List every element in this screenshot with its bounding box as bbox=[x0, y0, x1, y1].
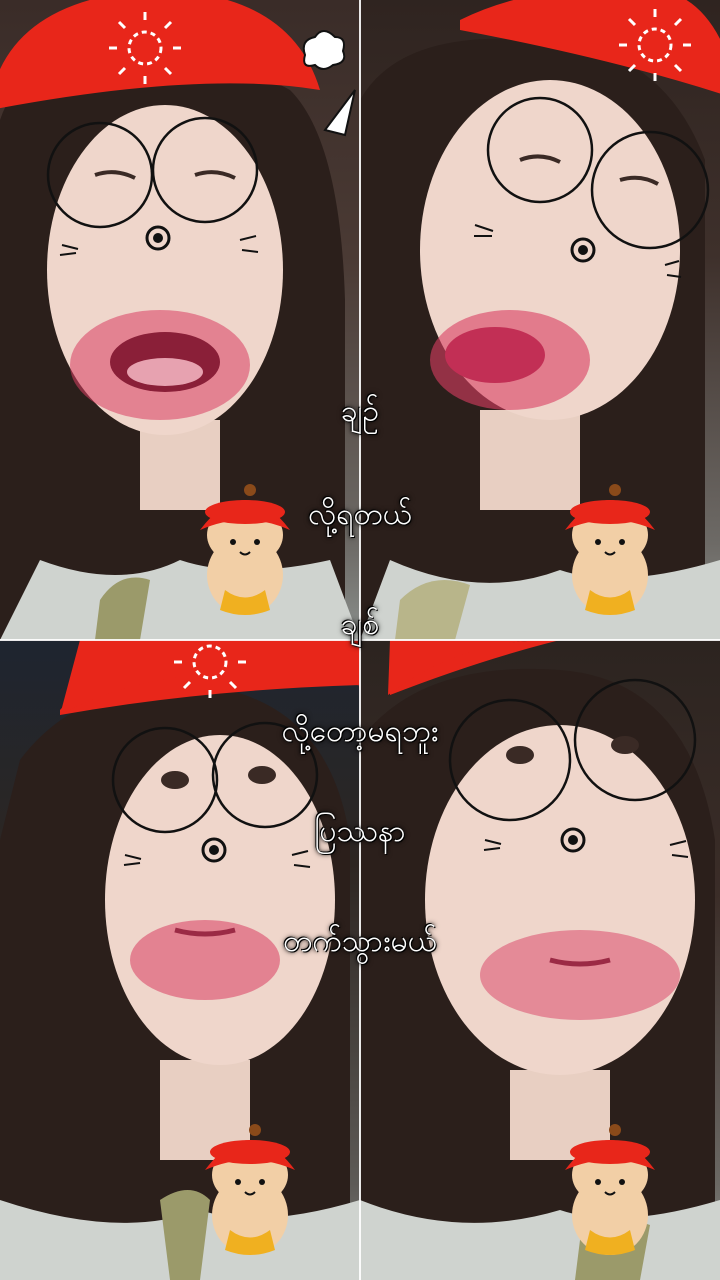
panel-top-left-illustration bbox=[0, 0, 360, 640]
photo-collage: ချဉ် လို့ရတယ် ချစ် လို့တော့မရဘူး ပြဿနာ တ… bbox=[0, 0, 720, 1280]
panel-top-right-illustration bbox=[360, 0, 720, 640]
caption-line-5: ပြဿနာ bbox=[314, 814, 406, 849]
caption-line-4: လို့တော့မရဘူး bbox=[281, 714, 439, 749]
panel-top-left bbox=[0, 0, 360, 640]
panel-top-right bbox=[360, 0, 720, 640]
caption-line-2: လို့ရတယ် bbox=[308, 497, 412, 532]
caption-line-3: ချစ် bbox=[340, 607, 380, 642]
caption-line-6: တက်သွားမယ် bbox=[283, 924, 437, 959]
caption-line-1: ချဉ် bbox=[340, 394, 380, 429]
